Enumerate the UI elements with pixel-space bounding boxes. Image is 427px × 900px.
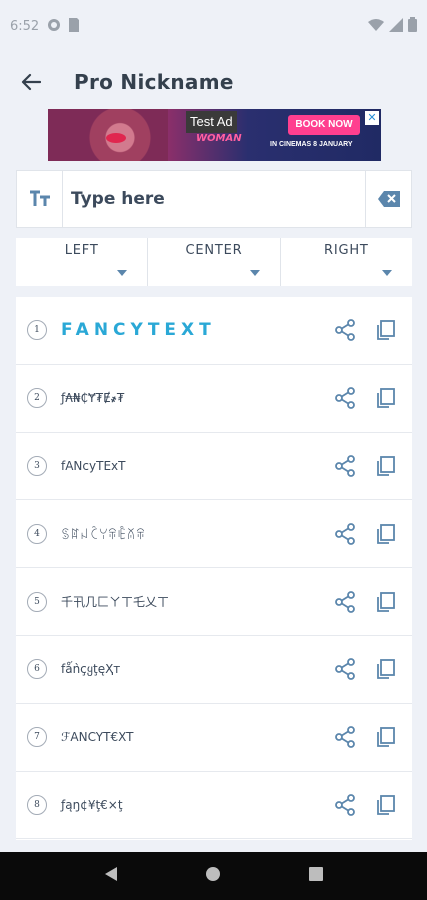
align-left-label: LEFT: [64, 243, 99, 258]
arrow-left-icon: [21, 73, 41, 91]
ad-headline: WOMAN: [196, 133, 242, 144]
styled-text: fANcyTExT: [61, 458, 126, 473]
caret-down-icon: [117, 270, 128, 276]
app-bar: Pro Nickname: [0, 56, 427, 108]
ad-image: [48, 109, 168, 161]
share-icon[interactable]: [334, 726, 356, 749]
ad-subtext: IN CINEMAS 8 JANUARY: [270, 141, 353, 148]
page-title: Pro Nickname: [74, 70, 234, 94]
text-size-icon: [29, 190, 50, 206]
styled-text: FANCYTEXT: [61, 320, 216, 341]
styled-text: ƒ₳₦₵Ɏ₮Ɇ҂₮: [61, 391, 125, 406]
share-icon[interactable]: [334, 387, 356, 410]
share-icon[interactable]: [334, 794, 356, 816]
list-item[interactable]: 8 ƒąŋ¢¥ţ€×ţ: [16, 772, 412, 840]
list-item[interactable]: 6 fǻǹçყţęҲт: [16, 636, 412, 704]
font-style-button[interactable]: [17, 171, 63, 227]
item-number: 3: [27, 455, 47, 476]
list-item[interactable]: 7 ℱANCYT€XT: [16, 704, 412, 772]
backspace-icon: [377, 191, 400, 207]
align-right-dropdown[interactable]: RIGHT: [281, 238, 412, 286]
item-number: 8: [27, 794, 47, 815]
item-number: 7: [27, 727, 47, 748]
status-bar: 6:52: [0, 0, 427, 52]
results-list: 1 FANCYTEXT 2 ƒ₳₦₵Ɏ₮Ɇ҂₮ 3 fANcyTExT 4 ꌗꍏꈤꉓꌩꋖꍟꊼꋖ…: [16, 297, 412, 840]
share-icon[interactable]: [334, 319, 356, 342]
back-button[interactable]: [16, 67, 46, 97]
styled-text: 千卂几匚ㄚㄒ乇乂ㄒ: [61, 595, 170, 610]
item-number: 2: [27, 388, 47, 409]
item-number: 5: [27, 591, 47, 612]
styled-text: ꌗꍏꈤꉓꌩꋖꍟꊼꋖ: [61, 527, 146, 542]
clear-text-button[interactable]: [365, 171, 411, 227]
align-left-dropdown[interactable]: LEFT: [16, 238, 149, 286]
nav-recents-icon[interactable]: [308, 866, 324, 886]
nav-home-icon[interactable]: [205, 866, 221, 886]
copy-icon[interactable]: [374, 387, 396, 409]
align-center-label: CENTER: [185, 243, 243, 258]
item-number: 4: [27, 523, 47, 544]
align-right-label: RIGHT: [323, 243, 369, 258]
share-icon[interactable]: [334, 522, 356, 545]
system-nav-bar: [0, 852, 427, 900]
caret-down-icon: [381, 270, 392, 276]
share-icon[interactable]: [334, 455, 356, 477]
text-input-row: [16, 170, 412, 228]
sd-card-icon: [67, 17, 80, 36]
share-icon[interactable]: [334, 658, 356, 681]
copy-icon[interactable]: [374, 319, 396, 341]
ad-cta-button[interactable]: BOOK NOW: [288, 115, 360, 135]
ad-label: Test Ad: [186, 111, 237, 133]
status-time: 6:52: [10, 18, 40, 34]
notification-icon: [47, 17, 61, 36]
copy-icon[interactable]: [374, 658, 396, 680]
list-item[interactable]: 1 FANCYTEXT: [16, 297, 412, 365]
copy-icon[interactable]: [374, 726, 396, 748]
list-item[interactable]: 5 千卂几匚ㄚㄒ乇乂ㄒ: [16, 568, 412, 636]
align-center-dropdown[interactable]: CENTER: [148, 238, 281, 286]
caret-down-icon: [249, 270, 260, 276]
nav-back-icon[interactable]: [103, 866, 119, 886]
copy-icon[interactable]: [374, 455, 396, 477]
item-number: 1: [27, 320, 47, 341]
copy-icon[interactable]: [374, 591, 396, 613]
alignment-selector: LEFT CENTER RIGHT: [16, 238, 412, 286]
item-number: 6: [27, 659, 47, 680]
share-icon[interactable]: [334, 590, 356, 613]
copy-icon[interactable]: [374, 794, 396, 816]
signal-icon: [389, 17, 403, 36]
ad-close-icon[interactable]: ✕: [365, 111, 379, 125]
copy-icon[interactable]: [374, 523, 396, 545]
list-item[interactable]: 2 ƒ₳₦₵Ɏ₮Ɇ҂₮: [16, 365, 412, 433]
styled-text: ƒąŋ¢¥ţ€×ţ: [61, 797, 123, 812]
styled-text: fǻǹçყţęҲт: [61, 662, 121, 677]
text-input[interactable]: [63, 171, 365, 227]
ad-banner[interactable]: Test Ad WOMAN BOOK NOW IN CINEMAS 8 JANU…: [48, 109, 381, 161]
list-item[interactable]: 3 fANcyTExT: [16, 433, 412, 501]
wifi-icon: [368, 17, 384, 36]
battery-icon: [408, 16, 417, 36]
list-item[interactable]: 4 ꌗꍏꈤꉓꌩꋖꍟꊼꋖ: [16, 500, 412, 569]
styled-text: ℱANCYT€XT: [61, 730, 134, 745]
